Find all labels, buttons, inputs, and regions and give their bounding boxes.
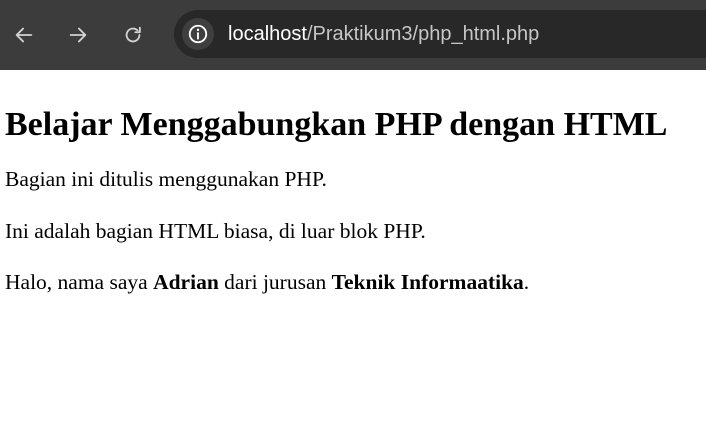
info-icon (188, 24, 208, 44)
student-major: Teknik Informaatika (331, 270, 524, 294)
intro-text-3: . (523, 270, 530, 294)
browser-toolbar: localhost/Praktikum3/php_html.php (0, 0, 706, 70)
address-bar[interactable]: localhost/Praktikum3/php_html.php (174, 10, 706, 58)
reload-icon (125, 26, 141, 43)
url-path: /Praktikum3/php_html.php (306, 23, 540, 45)
forward-button[interactable] (62, 19, 94, 51)
reload-button[interactable] (117, 19, 149, 51)
arrow-left-icon (15, 27, 33, 43)
student-name: Adrian (153, 270, 219, 294)
intro-text-1: Halo, nama saya (5, 270, 154, 294)
php-paragraph: Bagian ini ditulis menggunakan PHP. (5, 167, 327, 191)
intro-paragraph: Halo, nama saya Adrian dari jurusan Tekn… (5, 269, 698, 295)
page-heading: Belajar Menggabungkan PHP dengan HTML (5, 106, 668, 143)
page-content: Belajar Menggabungkan PHP dengan HTML Ba… (0, 105, 706, 295)
url-text[interactable]: localhost/Praktikum3/php_html.php (228, 22, 539, 46)
url-host: localhost (228, 23, 307, 45)
html-paragraph: Ini adalah bagian HTML biasa, di luar bl… (5, 219, 426, 243)
back-button[interactable] (8, 19, 40, 51)
intro-text-2: dari jurusan (218, 270, 332, 294)
arrow-right-icon (69, 27, 87, 43)
site-info-button[interactable] (182, 18, 214, 50)
